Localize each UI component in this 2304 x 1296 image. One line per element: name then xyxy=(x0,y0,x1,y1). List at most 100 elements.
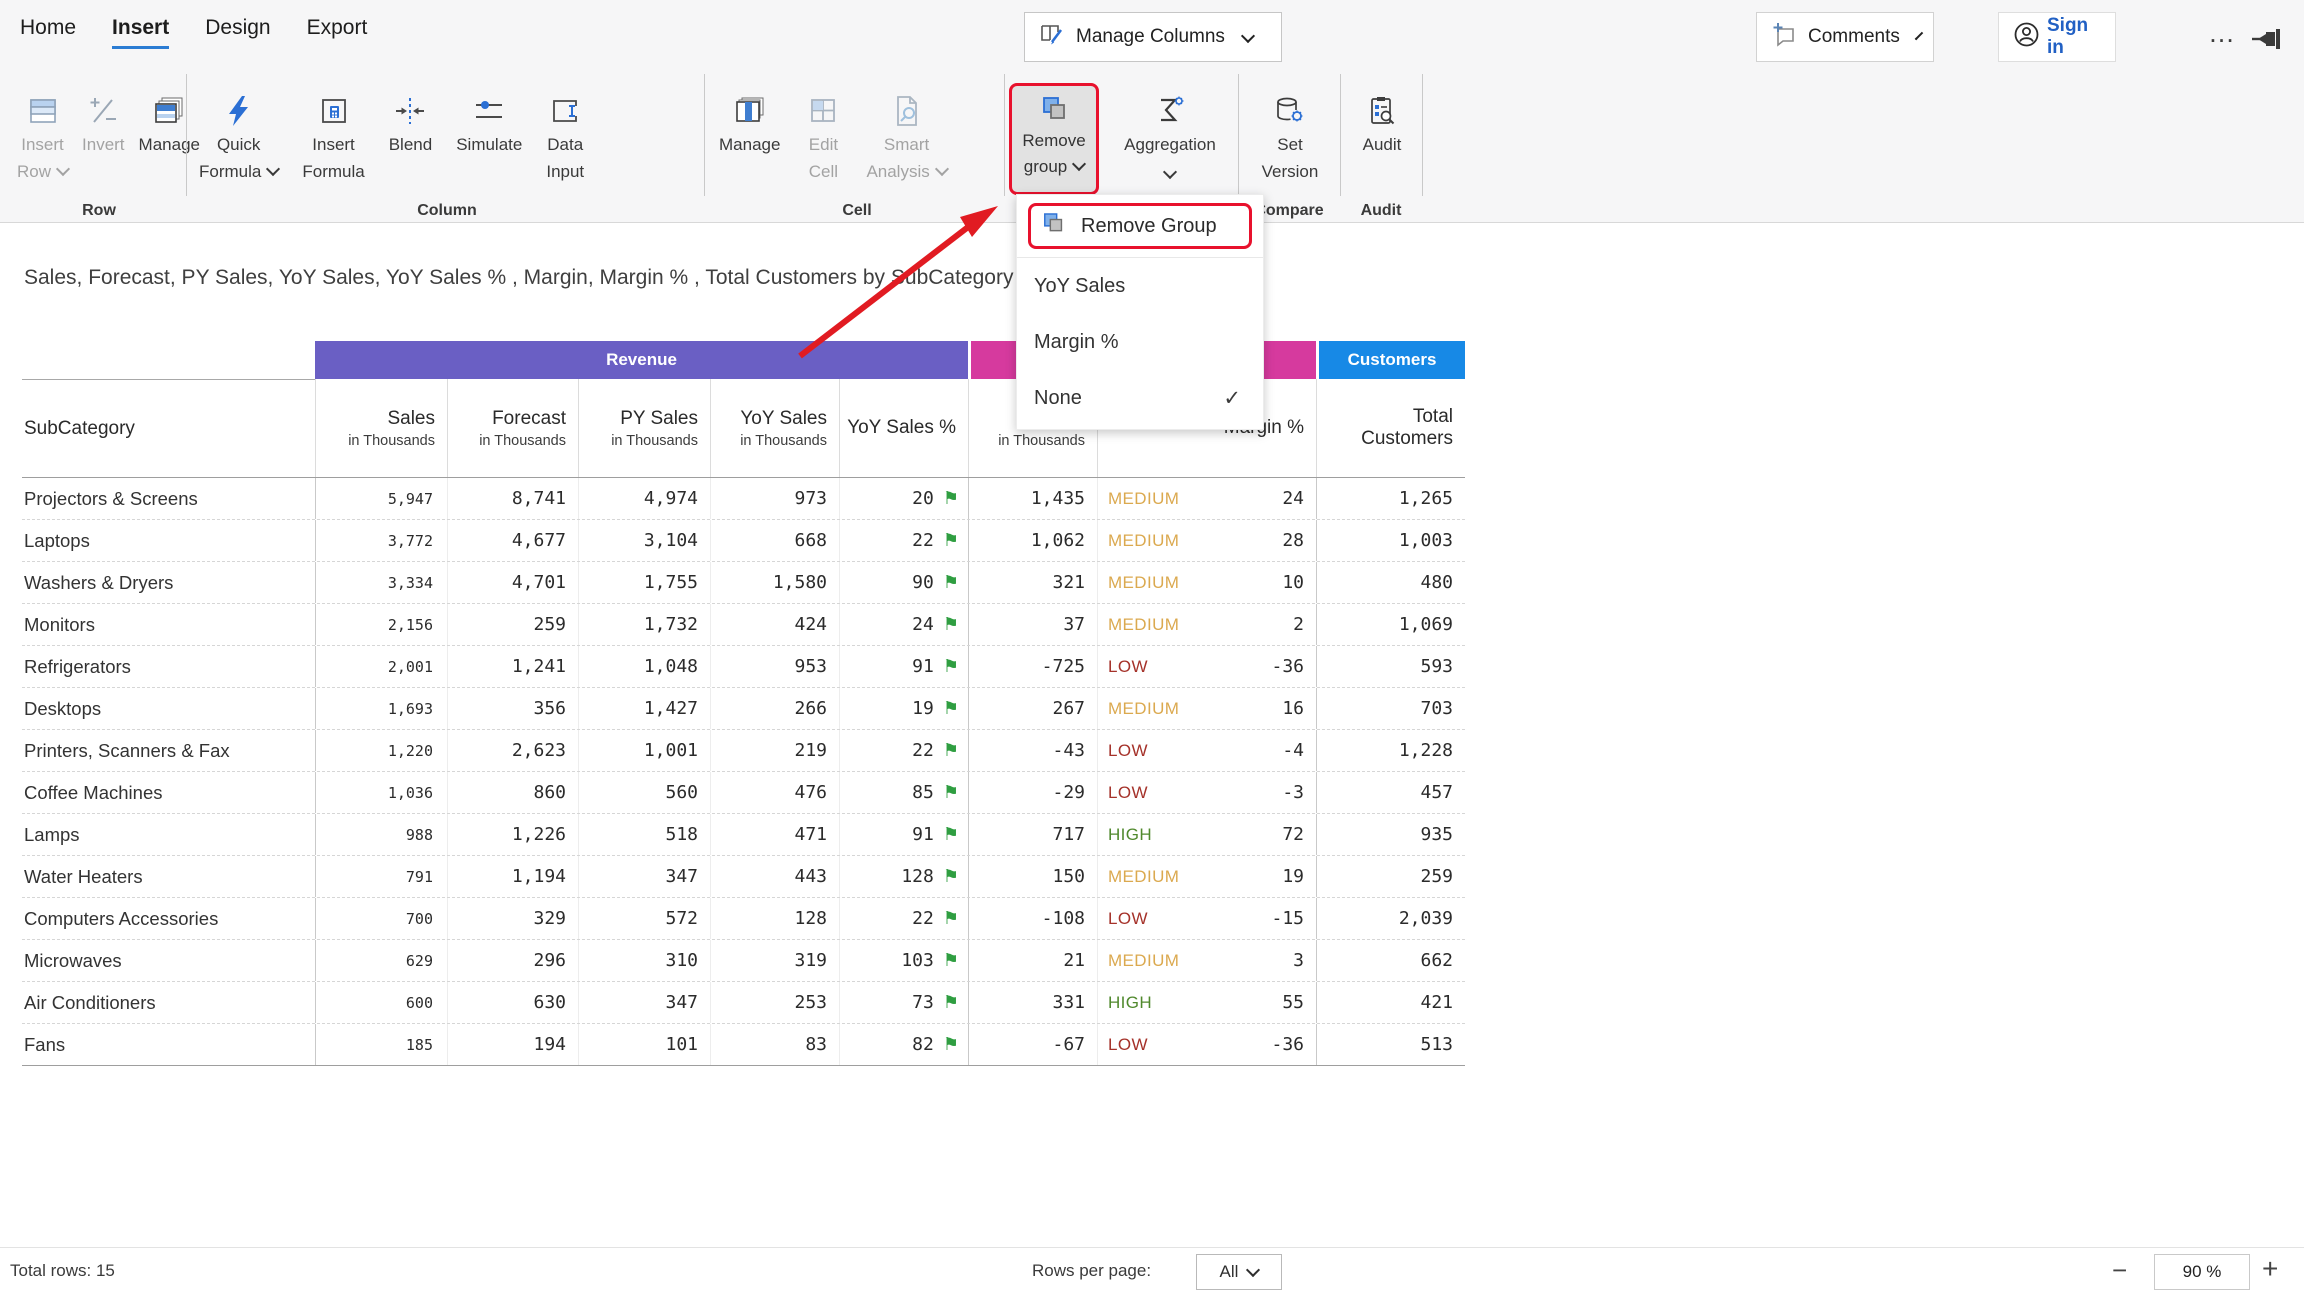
cell-forecast[interactable]: 1,226 xyxy=(447,814,578,855)
cell-margin[interactable]: 37 xyxy=(968,604,1097,645)
cell-yoy-sales-pct[interactable]: 24 ⚑ xyxy=(839,604,968,645)
cell-yoy-sales-pct[interactable]: 22 ⚑ xyxy=(839,898,968,939)
edit-cell-button[interactable]: Edit Cell xyxy=(799,84,847,185)
cell-total-customers[interactable]: 1,069 xyxy=(1316,604,1465,645)
menu-export[interactable]: Export xyxy=(307,16,368,40)
cell-total-customers[interactable]: 2,039 xyxy=(1316,898,1465,939)
cell-margin[interactable]: 1,435 xyxy=(968,478,1097,519)
cell-forecast[interactable]: 4,677 xyxy=(447,520,578,561)
cell-yoy-sales[interactable]: 219 xyxy=(710,730,839,771)
cell-py-sales[interactable]: 347 xyxy=(578,856,710,897)
table-row[interactable]: Microwaves 629 296 310 319 103 ⚑ 21 MEDIUM 3 662 xyxy=(22,939,1465,981)
cell-margin[interactable]: 717 xyxy=(968,814,1097,855)
insert-row-button[interactable]: Insert Row xyxy=(10,84,75,185)
zoom-out-button[interactable]: − xyxy=(2112,1255,2127,1286)
cell-subcategory[interactable]: Water Heaters xyxy=(22,856,315,897)
cell-subcategory[interactable]: Refrigerators xyxy=(22,646,315,687)
cell-sales[interactable]: 629 xyxy=(315,940,447,981)
table-row[interactable]: Projectors & Screens 5,947 8,741 4,974 973 20… xyxy=(22,478,1465,519)
cell-py-sales[interactable]: 3,104 xyxy=(578,520,710,561)
cell-margin-pct[interactable]: MEDIUM 3 xyxy=(1097,940,1316,981)
cell-subcategory[interactable]: Printers, Scanners & Fax xyxy=(22,730,315,771)
table-row[interactable]: Fans 185 194 101 83 82 ⚑ -67 LOW -36 513 xyxy=(22,1023,1465,1065)
cell-forecast[interactable]: 860 xyxy=(447,772,578,813)
cell-yoy-sales[interactable]: 319 xyxy=(710,940,839,981)
cell-margin-pct[interactable]: MEDIUM 24 xyxy=(1097,478,1316,519)
table-row[interactable]: Lamps 988 1,226 518 471 91 ⚑ 717 HIGH 72 935 xyxy=(22,813,1465,855)
cell-margin-pct[interactable]: LOW -15 xyxy=(1097,898,1316,939)
cell-sales[interactable]: 988 xyxy=(315,814,447,855)
cell-margin-pct[interactable]: HIGH 55 xyxy=(1097,982,1316,1023)
comments-button[interactable]: Comments xyxy=(1756,12,1934,62)
table-row[interactable]: Refrigerators 2,001 1,241 1,048 953 91 ⚑ -725 LO… xyxy=(22,645,1465,687)
cell-margin-pct[interactable]: MEDIUM 28 xyxy=(1097,520,1316,561)
rows-per-page-select[interactable]: All xyxy=(1196,1254,1282,1290)
aggregation-button[interactable]: Aggregation xyxy=(1102,84,1238,185)
table-row[interactable]: Washers & Dryers 3,334 4,701 1,755 1,580 90 ⚑ 3… xyxy=(22,561,1465,603)
manage-columns-button[interactable]: Manage Columns xyxy=(1024,12,1282,62)
remove-group-button[interactable]: Remove group xyxy=(1009,83,1099,195)
menu-design[interactable]: Design xyxy=(205,16,270,40)
cell-margin[interactable]: -43 xyxy=(968,730,1097,771)
cell-margin[interactable]: -67 xyxy=(968,1024,1097,1065)
quick-formula-button[interactable]: Quick Formula xyxy=(192,84,285,185)
menu-item-none[interactable]: None ✓ xyxy=(1017,370,1263,426)
cell-subcategory[interactable]: Desktops xyxy=(22,688,315,729)
table-row[interactable]: Monitors 2,156 259 1,732 424 24 ⚑ 37 MEDIUM 2 1,06… xyxy=(22,603,1465,645)
cell-yoy-sales-pct[interactable]: 22 ⚑ xyxy=(839,730,968,771)
cell-forecast[interactable]: 4,701 xyxy=(447,562,578,603)
cell-py-sales[interactable]: 4,974 xyxy=(578,478,710,519)
cell-py-sales[interactable]: 1,732 xyxy=(578,604,710,645)
cell-margin[interactable]: 21 xyxy=(968,940,1097,981)
smart-analysis-button[interactable]: Smart Analysis xyxy=(859,84,953,185)
cell-total-customers[interactable]: 513 xyxy=(1316,1024,1465,1065)
cell-yoy-sales-pct[interactable]: 73 ⚑ xyxy=(839,982,968,1023)
cell-sales[interactable]: 700 xyxy=(315,898,447,939)
manage-cell-button[interactable]: Manage xyxy=(712,84,787,158)
cell-total-customers[interactable]: 259 xyxy=(1316,856,1465,897)
menu-home[interactable]: Home xyxy=(20,16,76,40)
cell-margin[interactable]: 331 xyxy=(968,982,1097,1023)
cell-py-sales[interactable]: 560 xyxy=(578,772,710,813)
cell-margin-pct[interactable]: LOW -36 xyxy=(1097,1024,1316,1065)
cell-total-customers[interactable]: 935 xyxy=(1316,814,1465,855)
cell-forecast[interactable]: 259 xyxy=(447,604,578,645)
cell-yoy-sales[interactable]: 668 xyxy=(710,520,839,561)
cell-yoy-sales-pct[interactable]: 91 ⚑ xyxy=(839,814,968,855)
cell-forecast[interactable]: 630 xyxy=(447,982,578,1023)
cell-margin-pct[interactable]: LOW -4 xyxy=(1097,730,1316,771)
data-input-button[interactable]: Data Input xyxy=(539,84,591,185)
cell-margin[interactable]: 267 xyxy=(968,688,1097,729)
cell-yoy-sales[interactable]: 973 xyxy=(710,478,839,519)
table-row[interactable]: Printers, Scanners & Fax 1,220 2,623 1,001 2… xyxy=(22,729,1465,771)
table-row[interactable]: Coffee Machines 1,036 860 560 476 85 ⚑ -29 LOW -3… xyxy=(22,771,1465,813)
cell-sales[interactable]: 3,334 xyxy=(315,562,447,603)
cell-sales[interactable]: 185 xyxy=(315,1024,447,1065)
column-header-py-sales[interactable]: PY Sales in Thousands xyxy=(578,379,710,477)
column-header-forecast[interactable]: Forecast in Thousands xyxy=(447,379,578,477)
cell-forecast[interactable]: 329 xyxy=(447,898,578,939)
cell-forecast[interactable]: 194 xyxy=(447,1024,578,1065)
cell-yoy-sales[interactable]: 476 xyxy=(710,772,839,813)
pin-icon[interactable] xyxy=(2250,26,2290,57)
cell-total-customers[interactable]: 662 xyxy=(1316,940,1465,981)
cell-yoy-sales[interactable]: 953 xyxy=(710,646,839,687)
column-header-subcategory[interactable]: SubCategory xyxy=(22,379,315,477)
cell-subcategory[interactable]: Lamps xyxy=(22,814,315,855)
cell-yoy-sales-pct[interactable]: 91 ⚑ xyxy=(839,646,968,687)
cell-py-sales[interactable]: 1,048 xyxy=(578,646,710,687)
cell-py-sales[interactable]: 101 xyxy=(578,1024,710,1065)
column-header-total-customers[interactable]: Total Customers xyxy=(1316,379,1465,477)
cell-subcategory[interactable]: Coffee Machines xyxy=(22,772,315,813)
table-row[interactable]: Computers Accessories 700 329 572 128 22 ⚑ -108… xyxy=(22,897,1465,939)
set-version-button[interactable]: Set Version xyxy=(1250,84,1330,185)
cell-py-sales[interactable]: 1,001 xyxy=(578,730,710,771)
cell-sales[interactable]: 791 xyxy=(315,856,447,897)
column-header-sales[interactable]: Sales in Thousands xyxy=(315,379,447,477)
cell-yoy-sales-pct[interactable]: 82 ⚑ xyxy=(839,1024,968,1065)
cell-margin[interactable]: 150 xyxy=(968,856,1097,897)
cell-margin-pct[interactable]: MEDIUM 19 xyxy=(1097,856,1316,897)
cell-sales[interactable]: 1,036 xyxy=(315,772,447,813)
cell-margin-pct[interactable]: MEDIUM 2 xyxy=(1097,604,1316,645)
cell-margin[interactable]: -725 xyxy=(968,646,1097,687)
